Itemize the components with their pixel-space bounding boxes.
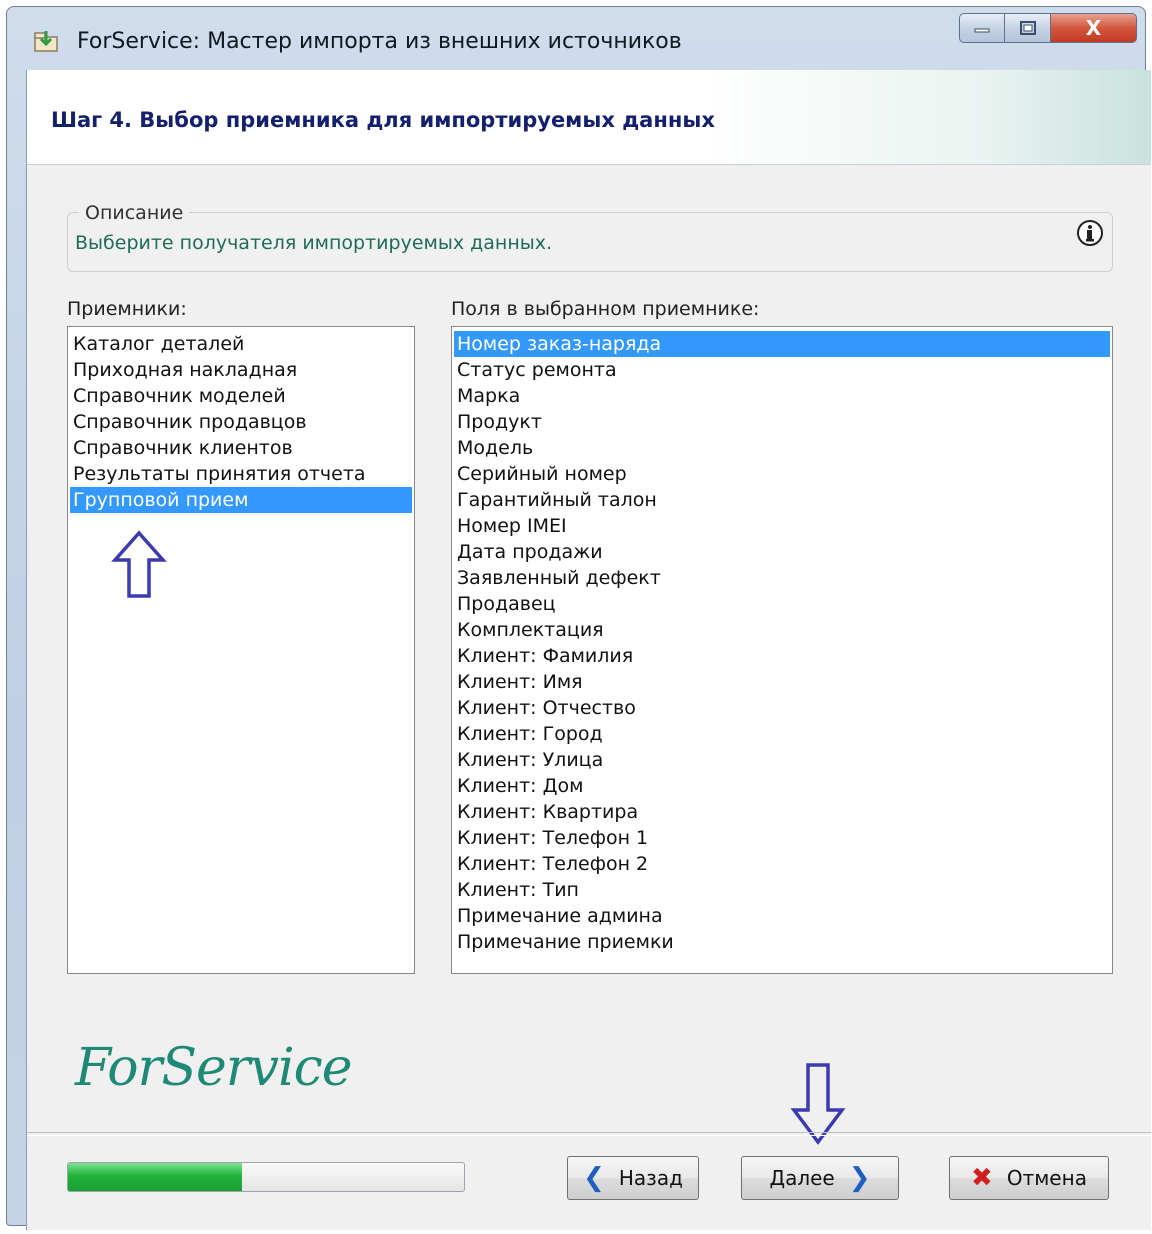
field-list-item[interactable]: Статус ремонта: [454, 357, 1110, 383]
field-list-item[interactable]: Номер IMEI: [454, 513, 1110, 539]
field-list-item[interactable]: Продавец: [454, 591, 1110, 617]
chevron-right-icon: ❯: [848, 1163, 871, 1193]
receiver-list-item[interactable]: Справочник продавцов: [70, 409, 412, 435]
field-list-item[interactable]: Комплектация: [454, 617, 1110, 643]
back-button-label: Назад: [618, 1166, 683, 1190]
field-list-item[interactable]: Дата продажи: [454, 539, 1110, 565]
up-arrow-annotation-icon: [111, 530, 167, 598]
title-bar[interactable]: ForService: Мастер импорта из внешних ис…: [7, 7, 1145, 77]
field-list-item[interactable]: Продукт: [454, 409, 1110, 435]
receiver-list-item[interactable]: Справочник клиентов: [70, 435, 412, 461]
maximize-button[interactable]: [1005, 13, 1051, 43]
field-list-item[interactable]: Клиент: Тип: [454, 877, 1110, 903]
restore-icon: [1019, 21, 1036, 35]
next-button[interactable]: Далее ❯: [741, 1156, 899, 1200]
field-list-item[interactable]: Клиент: Фамилия: [454, 643, 1110, 669]
field-list-item[interactable]: Гарантийный талон: [454, 487, 1110, 513]
fields-label: Поля в выбранном приемнике:: [451, 298, 760, 320]
receiver-list-item[interactable]: Приходная накладная: [70, 357, 412, 383]
red-x-icon: ✖: [971, 1163, 993, 1193]
field-list-item[interactable]: Клиент: Дом: [454, 773, 1110, 799]
back-button[interactable]: ❮ Назад: [567, 1156, 699, 1200]
minimize-button[interactable]: [959, 13, 1005, 43]
import-icon: [34, 31, 58, 52]
field-list-item[interactable]: Номер заказ-наряда: [454, 331, 1110, 357]
cancel-button-label: Отмена: [1006, 1166, 1087, 1190]
field-list-item[interactable]: Примечание приемки: [454, 929, 1110, 955]
field-list-item[interactable]: Клиент: Квартира: [454, 799, 1110, 825]
step-header: Шаг 4. Выбор приемника для импортируемых…: [27, 70, 1151, 165]
receivers-list: Каталог деталей Приходная накладная Справо…: [68, 327, 414, 513]
field-list-item[interactable]: Серийный номер: [454, 461, 1110, 487]
close-icon: X: [1085, 16, 1102, 40]
window-controls: X: [959, 13, 1137, 49]
field-list-item[interactable]: Марка: [454, 383, 1110, 409]
progress-bar: [67, 1162, 465, 1192]
field-list-item[interactable]: Клиент: Имя: [454, 669, 1110, 695]
description-text: Выберите получателя импортируемых данных…: [75, 232, 553, 254]
field-list-item[interactable]: Клиент: Город: [454, 721, 1110, 747]
fields-listbox[interactable]: Номер заказ-наряда Статус ремонта Марка Про…: [451, 326, 1113, 974]
field-list-item[interactable]: Клиент: Телефон 1: [454, 825, 1110, 851]
field-list-item[interactable]: Клиент: Улица: [454, 747, 1110, 773]
receiver-list-item[interactable]: Результаты принятия отчета: [70, 461, 412, 487]
minimize-icon: [974, 28, 990, 33]
wizard-client-area: Шаг 4. Выбор приемника для импортируемых…: [26, 70, 1151, 1230]
window-title: ForService: Мастер импорта из внешних ис…: [77, 29, 682, 54]
receiver-list-item[interactable]: Групповой прием: [70, 487, 412, 513]
receivers-listbox[interactable]: Каталог деталей Приходная накладная Справо…: [67, 326, 415, 974]
info-icon: [1077, 220, 1103, 246]
progress-fill: [68, 1163, 243, 1191]
description-legend: Описание: [79, 202, 190, 224]
fields-list: Номер заказ-наряда Статус ремонта Марка Про…: [452, 327, 1112, 955]
forservice-logo: ForService: [75, 1038, 353, 1098]
footer-separator: [27, 1132, 1151, 1136]
field-list-item[interactable]: Клиент: Телефон 2: [454, 851, 1110, 877]
receiver-list-item[interactable]: Каталог деталей: [70, 331, 412, 357]
close-button[interactable]: X: [1051, 13, 1137, 43]
receiver-list-item[interactable]: Справочник моделей: [70, 383, 412, 409]
cancel-button[interactable]: ✖ Отмена: [949, 1156, 1109, 1200]
step-title: Шаг 4. Выбор приемника для импортируемых…: [51, 108, 715, 132]
field-list-item[interactable]: Заявленный дефект: [454, 565, 1110, 591]
chevron-left-icon: ❮: [583, 1163, 605, 1193]
next-button-label: Далее: [769, 1166, 835, 1190]
field-list-item[interactable]: Модель: [454, 435, 1110, 461]
field-list-item[interactable]: Примечание админа: [454, 903, 1110, 929]
receivers-label: Приемники:: [67, 298, 187, 320]
field-list-item[interactable]: Клиент: Отчество: [454, 695, 1110, 721]
